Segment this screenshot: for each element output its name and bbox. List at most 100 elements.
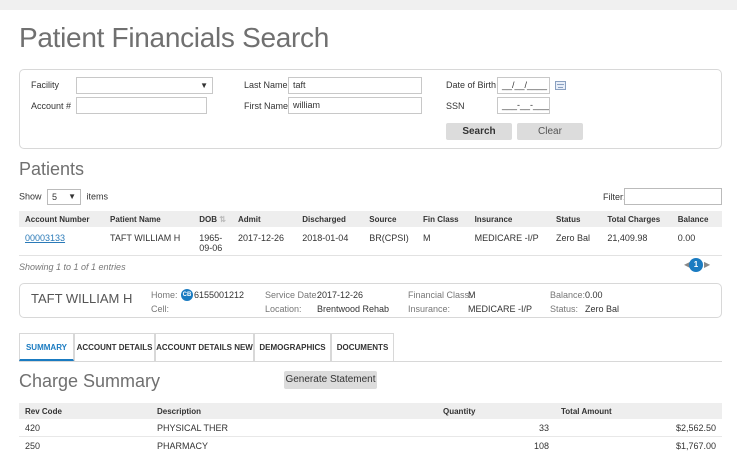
- chevron-right-icon[interactable]: ▶: [704, 260, 710, 269]
- charge-summary-table: Rev Code Description Quantity Total Amou…: [19, 403, 722, 451]
- page-size-value: 5: [52, 192, 58, 202]
- col-discharged[interactable]: Discharged: [296, 211, 364, 227]
- cell-status: Zero Bal: [555, 233, 590, 243]
- table-header-row: Account Number Patient Name DOB ⇅ Admit …: [19, 211, 722, 227]
- table-row[interactable]: 250 PHARMACY 108 $1,767.00: [19, 436, 722, 451]
- search-button[interactable]: Search: [446, 123, 512, 140]
- cell-description: PHYSICAL THER: [157, 423, 229, 433]
- cell-rev-code: 420: [25, 423, 41, 433]
- cell-fin-class: M: [423, 233, 431, 243]
- cell-quantity: 108: [533, 440, 549, 451]
- col-total-charges[interactable]: Total Charges: [601, 211, 672, 227]
- dob-input[interactable]: __/__/____: [497, 77, 550, 94]
- account-input[interactable]: [76, 97, 207, 114]
- account-label: Account #: [31, 101, 72, 111]
- generate-statement-button[interactable]: Generate Statement: [284, 371, 377, 389]
- col-insurance[interactable]: Insurance: [468, 211, 550, 227]
- patient-name: TAFT WILLIAM H: [31, 291, 133, 306]
- page-size-control: Show 5 ▼ items: [19, 189, 108, 205]
- cell-quantity: 33: [538, 423, 549, 433]
- tab-demographics[interactable]: DEMOGRAPHICS: [254, 333, 331, 361]
- tabs-divider: [19, 361, 722, 362]
- financial-class-value: M: [468, 290, 476, 300]
- cell-dob: 1965- 09-06: [193, 227, 232, 255]
- status-label: Status:: [550, 304, 579, 314]
- cell-patient-name: TAFT WILLIAM H: [110, 233, 181, 243]
- first-name-label: First Name: [244, 101, 289, 111]
- financial-class-label: Financial Class:: [408, 290, 472, 300]
- clear-button[interactable]: Clear: [517, 123, 583, 140]
- location-value: Brentwood Rehab: [317, 304, 390, 314]
- ssn-input[interactable]: ___-__-____: [497, 97, 550, 114]
- col-status[interactable]: Status: [549, 211, 602, 227]
- col-admit[interactable]: Admit: [231, 211, 297, 227]
- patients-title: Patients: [19, 159, 85, 179]
- service-date-label: Service Date:: [265, 290, 320, 300]
- cell-admit: 2017-12-26: [237, 233, 285, 243]
- entries-info: Showing 1 to 1 of 1 entries: [19, 262, 126, 272]
- tab-account-details-new[interactable]: ACCOUNT DETAILS NEW: [155, 333, 254, 361]
- cell-balance: 0.00: [677, 233, 696, 243]
- col-patient-name[interactable]: Patient Name: [104, 211, 194, 227]
- first-name-input[interactable]: william: [288, 97, 422, 114]
- ssn-label: SSN: [446, 101, 465, 111]
- patients-table: Account Number Patient Name DOB ⇅ Admit …: [19, 211, 722, 256]
- col-dob[interactable]: DOB ⇅: [193, 211, 232, 227]
- location-label: Location:: [265, 304, 302, 314]
- insurance-value: MEDICARE -I/P: [468, 304, 533, 314]
- col-fin-class[interactable]: Fin Class: [417, 211, 469, 227]
- page-size-select[interactable]: 5 ▼: [47, 189, 82, 205]
- dob-part-1: 1965-: [199, 233, 223, 243]
- account-link[interactable]: 00003133: [25, 233, 65, 243]
- col-rev-code[interactable]: Rev Code: [19, 403, 151, 419]
- tab-summary[interactable]: SUMMARY: [19, 333, 74, 361]
- home-phone-label: Home:: [151, 290, 178, 300]
- chevron-down-icon: ▼: [68, 192, 77, 201]
- page-title: Patient Financials Search: [19, 22, 330, 53]
- home-phone-value: 6155001212: [194, 290, 245, 300]
- filter-label: Filter:: [603, 192, 626, 202]
- cell-insurance: MEDICARE -I/P: [474, 233, 539, 243]
- insurance-label: Insurance:: [408, 304, 451, 314]
- cell-amount: $2,562.50: [675, 423, 716, 433]
- cell-total-charges: 21,409.98: [607, 233, 648, 243]
- show-label: Show: [19, 191, 42, 202]
- chevron-down-icon: ▼: [200, 81, 208, 90]
- table-row[interactable]: 00003133 TAFT WILLIAM H 1965- 09-06 2017-…: [19, 227, 722, 255]
- tab-documents[interactable]: DOCUMENTS: [331, 333, 394, 361]
- top-bar: [0, 0, 737, 10]
- col-description[interactable]: Description: [151, 403, 437, 419]
- col-source[interactable]: Source: [363, 211, 418, 227]
- charge-summary-title: Charge Summary: [19, 371, 161, 391]
- col-account-number[interactable]: Account Number: [19, 211, 105, 227]
- dob-part-2: 09-06: [199, 243, 223, 253]
- patient-summary-card: TAFT WILLIAM H Home: CB 6155001212 Cell:…: [19, 283, 722, 318]
- col-balance[interactable]: Balance: [671, 211, 722, 227]
- sort-icon: ⇅: [219, 214, 226, 224]
- col-dob-label: DOB: [199, 214, 218, 224]
- tab-account-details[interactable]: ACCOUNT DETAILS: [74, 333, 155, 361]
- pagination-page-1[interactable]: 1: [689, 258, 703, 272]
- col-quantity[interactable]: Quantity: [437, 403, 555, 419]
- filter-input[interactable]: [624, 188, 722, 205]
- phone-callback-icon[interactable]: CB: [181, 289, 193, 301]
- dob-label: Date of Birth: [446, 80, 497, 90]
- balance-label: Balance:: [550, 290, 586, 300]
- balance-value: 0.00: [585, 290, 603, 300]
- facility-select[interactable]: ▼: [76, 77, 213, 94]
- table-row[interactable]: 420 PHYSICAL THER 33 $2,562.50: [19, 419, 722, 436]
- calendar-icon[interactable]: [555, 81, 566, 90]
- col-total-amount[interactable]: Total Amount: [555, 403, 722, 419]
- cell-source: BR(CPSI): [369, 233, 409, 243]
- service-date-value: 2017-12-26: [317, 290, 364, 300]
- cell-amount: $1,767.00: [675, 440, 716, 451]
- search-panel: Facility ▼ Account # Last Name taft Firs…: [19, 69, 722, 149]
- cell-description: PHARMACY: [157, 440, 209, 451]
- cell-phone-label: Cell:: [151, 304, 170, 314]
- items-label: items: [86, 191, 109, 202]
- table-header-row: Rev Code Description Quantity Total Amou…: [19, 403, 722, 419]
- last-name-input[interactable]: taft: [288, 77, 422, 94]
- status-value: Zero Bal: [585, 304, 620, 314]
- last-name-label: Last Name: [244, 80, 288, 90]
- cell-discharged: 2018-01-04: [302, 233, 349, 243]
